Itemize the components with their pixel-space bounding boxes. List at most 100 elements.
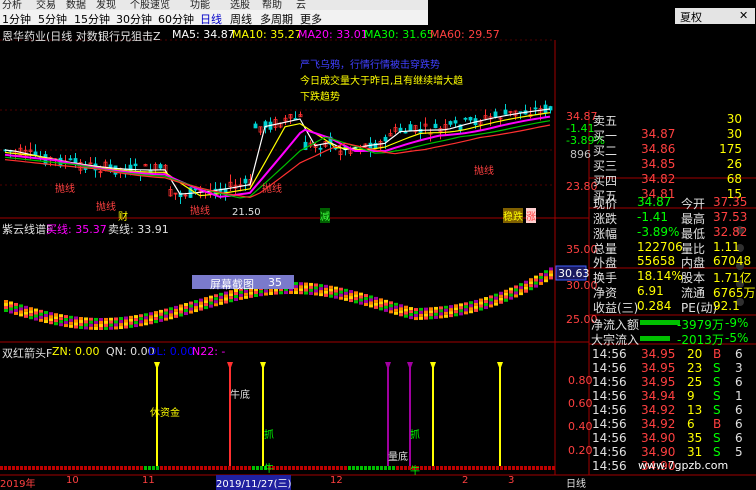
cloud-cell <box>119 320 123 324</box>
cloud-cell <box>334 286 338 290</box>
trade-row: 14:56 34.95 20 B 6 <box>589 347 756 361</box>
order-volume: 30 <box>726 127 742 141</box>
cloud-cell <box>389 310 393 314</box>
cloud-cell <box>179 313 183 317</box>
trade-row: 14:56 34.90 35 S 6 <box>589 431 756 445</box>
quote-row: 涨跌 -1.41 最高 37.53 <box>589 210 756 226</box>
cloud-cell <box>34 317 38 321</box>
cloud-cell <box>454 304 458 308</box>
cloud-cell <box>24 314 28 318</box>
info-line-3: 下跌趋势 <box>300 92 340 103</box>
cloud-cell <box>24 308 28 312</box>
cloud-cell <box>189 307 193 311</box>
cloud-cell <box>434 315 438 319</box>
quote-row: 涨幅 -3.89% 最低 32.82 <box>589 225 756 241</box>
cloud-cell <box>499 291 503 295</box>
cloud-cell <box>199 298 203 302</box>
cloud-cell <box>259 290 263 294</box>
baseline-cell <box>396 466 399 470</box>
cloud-cell <box>469 301 473 305</box>
cloud-cell <box>534 281 538 285</box>
cloud-cell <box>94 323 98 327</box>
cloud-cell <box>4 309 8 312</box>
sub2-label: 牛 <box>264 464 274 475</box>
cloud-cell <box>539 272 543 276</box>
cloud-cell <box>384 305 388 309</box>
trade-count: 1 <box>735 389 743 403</box>
candle-body <box>503 109 508 115</box>
trade-count: 6 <box>735 347 743 361</box>
period-label[interactable]: 日线 <box>566 475 586 490</box>
candle-body <box>73 158 78 164</box>
baseline-cell <box>400 466 403 470</box>
cloud-cell <box>424 307 428 311</box>
cloud-cell <box>234 292 238 296</box>
cloud-cell <box>434 306 438 310</box>
cloud-cell <box>394 305 398 309</box>
cloud-cell <box>184 303 188 307</box>
baseline-cell <box>320 466 323 470</box>
cloud-cell <box>309 288 313 292</box>
cloud-cell <box>379 307 383 311</box>
baseline-cell <box>440 466 443 470</box>
baseline-cell <box>96 466 99 470</box>
signal-bars <box>154 362 503 466</box>
baseline-cell <box>32 466 35 470</box>
trade-time: 14:56 <box>592 459 627 473</box>
cloud-cell <box>284 291 288 295</box>
cloud-cell <box>329 288 333 292</box>
baseline-cell <box>60 466 63 470</box>
candle-body <box>383 136 388 142</box>
cloud-cell <box>489 304 493 308</box>
cloud-cell <box>99 320 103 324</box>
candle-body <box>448 121 453 125</box>
trade-direction: S <box>713 431 721 445</box>
xaxis-label: 2 <box>462 475 469 486</box>
cloud-cell <box>209 295 213 299</box>
baseline-cell <box>100 466 103 470</box>
baseline-cell <box>448 466 451 470</box>
cloud-cell <box>479 304 483 308</box>
trade-volume: 25 <box>687 375 703 389</box>
candle-body <box>318 147 323 150</box>
trade-time: 14:56 <box>592 347 627 361</box>
cloud-cell <box>524 289 528 293</box>
cloud-cell <box>54 319 58 323</box>
baseline-cell <box>520 466 523 470</box>
cloud-cell <box>339 293 343 297</box>
cloud-cell <box>9 310 13 314</box>
trade-volume: 13 <box>687 403 703 417</box>
cloud-cell <box>304 285 308 289</box>
cloud-cell <box>159 309 163 313</box>
quote-row: 外盘 55658 内盘 67048 <box>589 254 756 270</box>
cloud-cell <box>194 303 198 307</box>
cloud-cell <box>154 320 158 324</box>
cloud-cell <box>59 314 63 318</box>
trade-time: 14:56 <box>592 403 627 417</box>
cloud-cell <box>534 275 538 279</box>
cloud-cell <box>164 314 168 318</box>
cloud-cell <box>299 282 303 286</box>
cloud-cell <box>514 294 518 298</box>
cloud-cell <box>479 307 483 311</box>
cloud-cell <box>354 291 358 295</box>
trade-price: 34.90 <box>641 445 676 459</box>
cloud-cell <box>399 310 403 314</box>
cloud-cell <box>244 292 248 296</box>
cloud-cell <box>534 278 538 282</box>
cloud-cell <box>269 292 273 296</box>
baseline-cell <box>52 466 55 470</box>
baseline-cell <box>224 466 227 470</box>
quote-label: 收益(三) <box>593 301 639 315</box>
cloud-cell <box>34 311 38 315</box>
signal-arrow <box>260 362 266 370</box>
cloud-cell <box>69 324 73 328</box>
baseline-cell <box>496 466 499 470</box>
quote-value: 122706 <box>637 240 683 254</box>
flow-row: 大宗流入 -2013万 -5% <box>589 331 756 347</box>
cloud-cell <box>184 309 188 313</box>
trade-volume: 23 <box>687 361 703 375</box>
cloud-cell <box>84 317 88 321</box>
cloud-cell <box>439 306 443 310</box>
cloud-cell <box>344 291 348 295</box>
